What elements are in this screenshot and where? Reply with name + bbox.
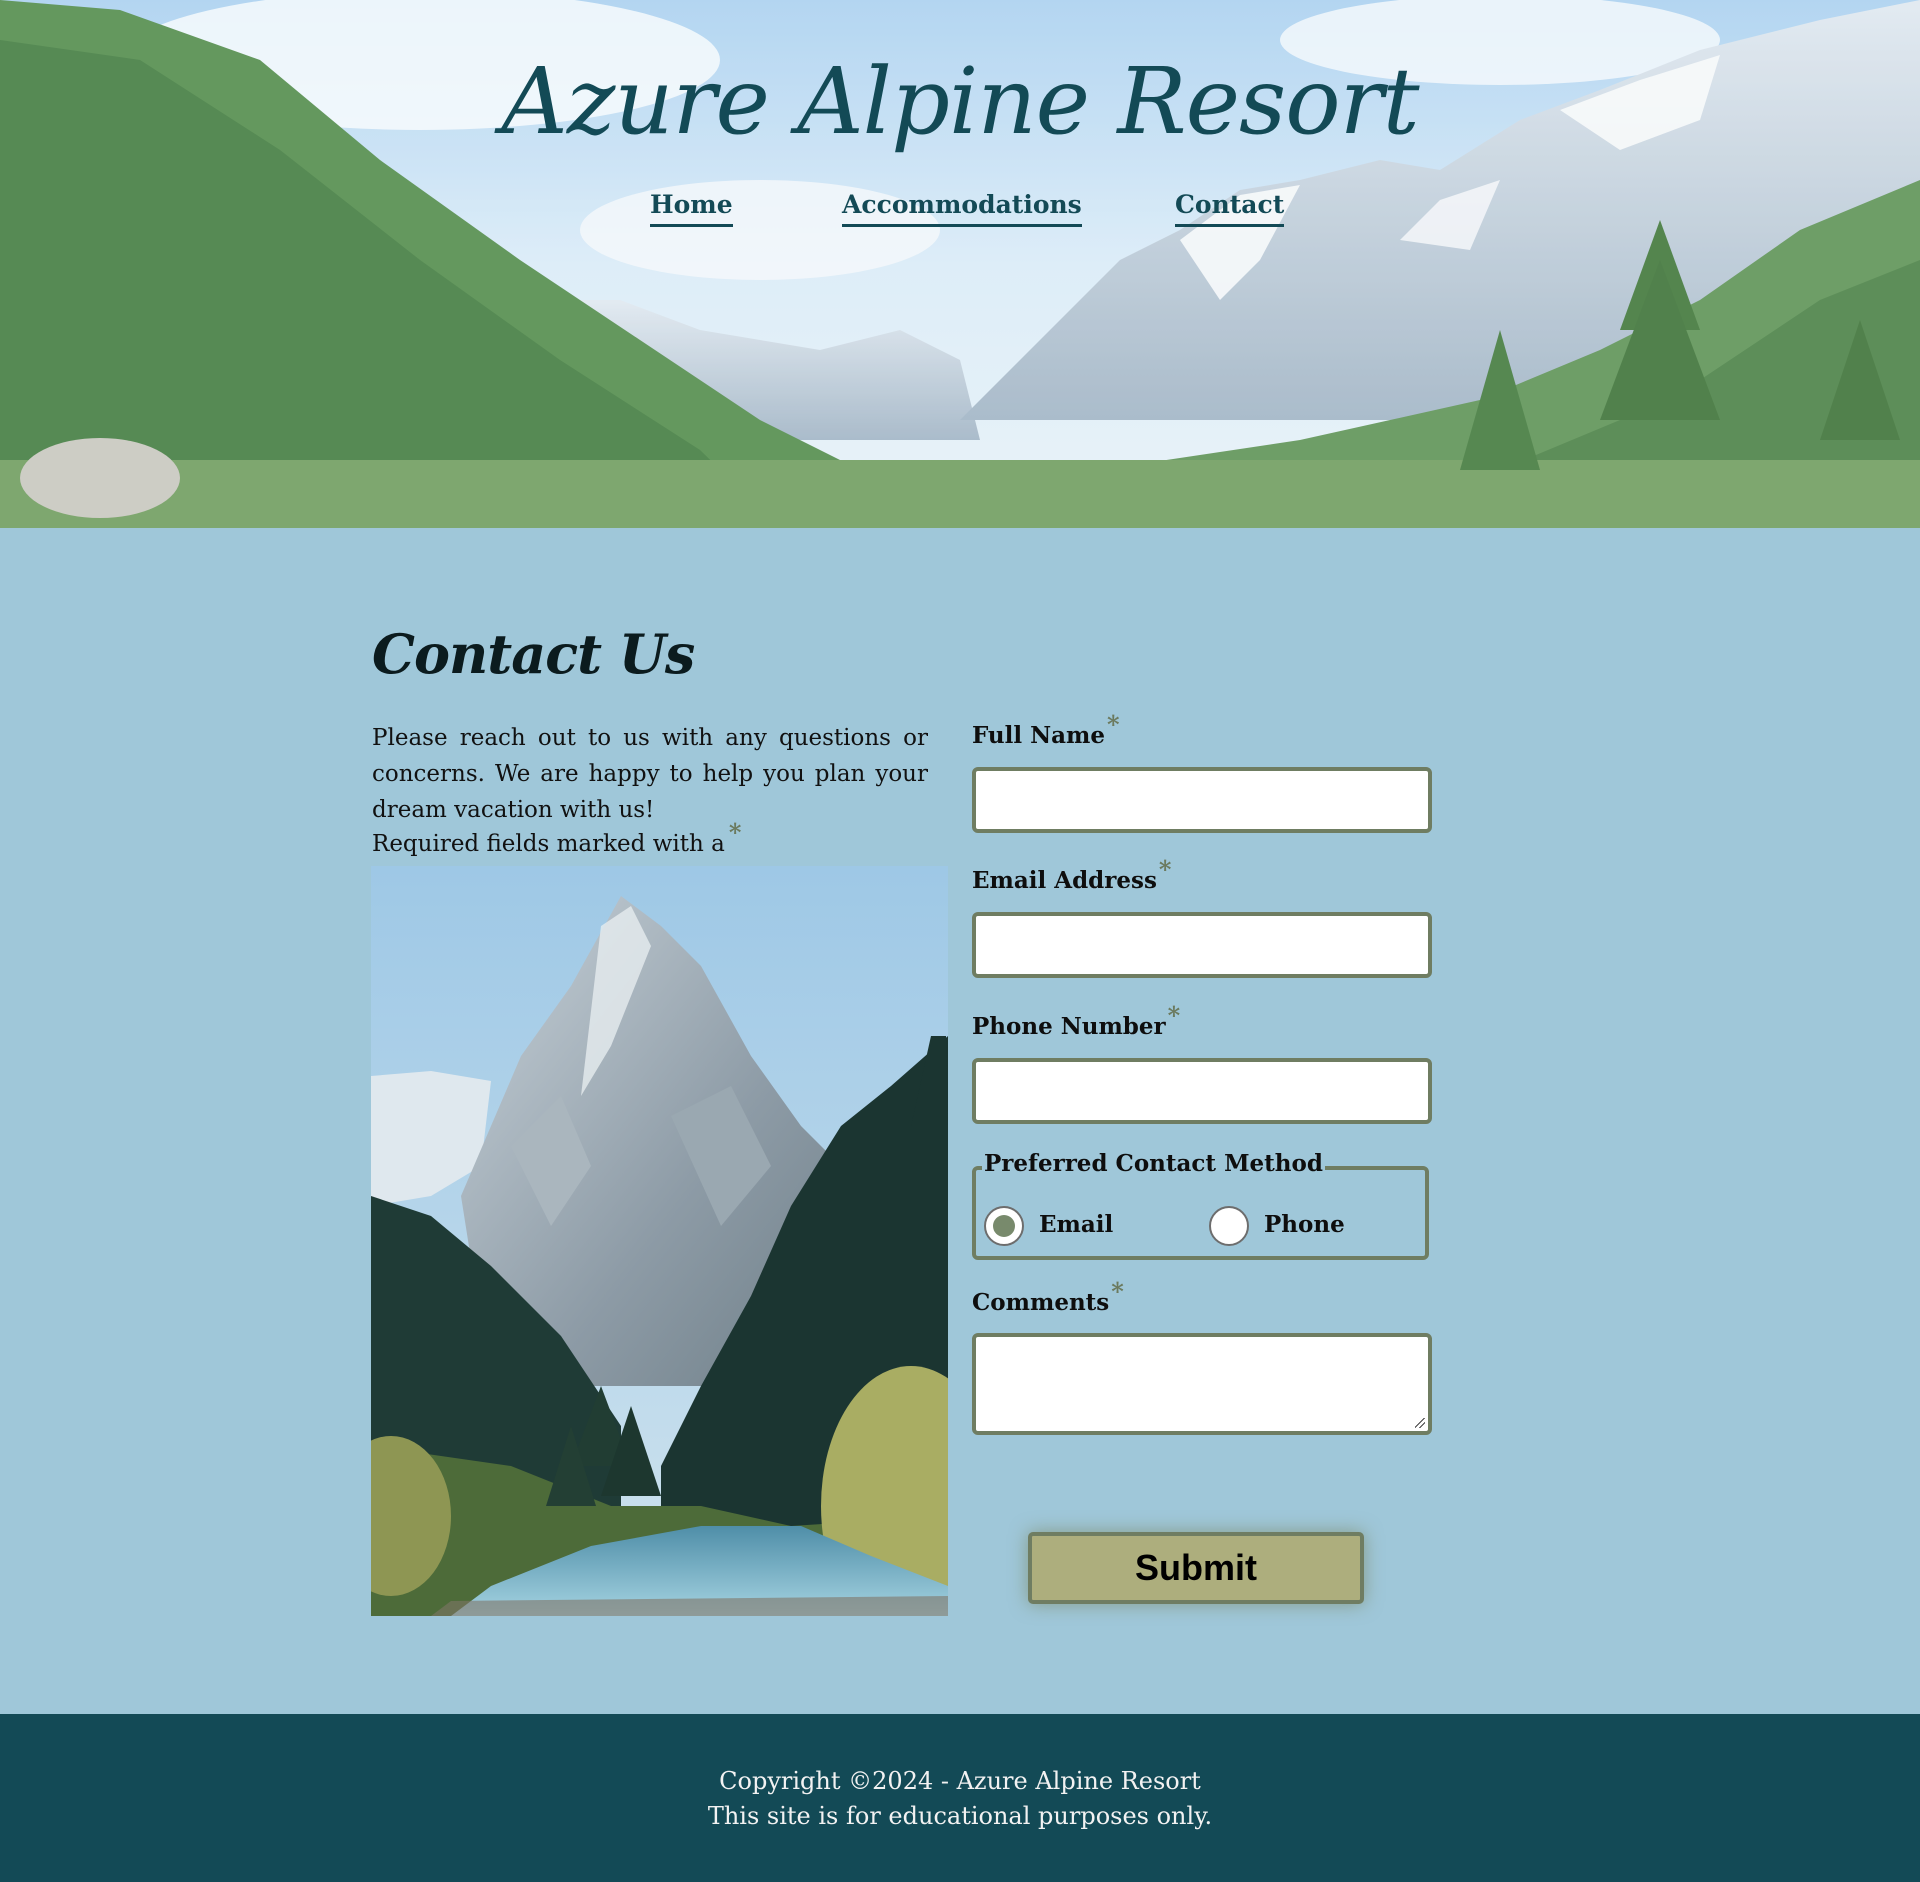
- nav-link-accommodations[interactable]: Accommodations: [842, 188, 1082, 227]
- resize-handle-icon[interactable]: [1415, 1418, 1425, 1428]
- phone-input[interactable]: [972, 1058, 1432, 1124]
- required-asterisk: *: [1111, 1277, 1124, 1306]
- required-note-text: Required fields marked with a: [372, 831, 725, 857]
- email-radio-label[interactable]: Email: [1039, 1211, 1113, 1238]
- page-heading: Contact Us: [372, 622, 695, 686]
- email-radio-button[interactable]: [984, 1206, 1024, 1246]
- phone-radio-label[interactable]: Phone: [1264, 1211, 1345, 1238]
- hero-banner: Azure Alpine Resort Home Accommodations …: [0, 0, 1920, 528]
- footer-copyright: Copyright ©2024 - Azure Alpine Resort: [719, 1767, 1201, 1795]
- mountain-river-image: [371, 866, 948, 1616]
- site-footer: Copyright ©2024 - Azure Alpine Resort Th…: [0, 1714, 1920, 1882]
- full-name-input[interactable]: [972, 767, 1432, 833]
- comments-label-text: Comments: [972, 1289, 1110, 1316]
- required-asterisk: *: [1107, 710, 1120, 739]
- full-name-label: Full Name*: [972, 710, 1120, 749]
- main-navigation: Home Accommodations Contact: [0, 188, 1920, 228]
- email-input[interactable]: [972, 912, 1432, 978]
- comments-textarea[interactable]: [972, 1333, 1432, 1435]
- mountain-river-photo: [371, 866, 948, 1616]
- required-asterisk: *: [1158, 855, 1172, 884]
- full-name-label-text: Full Name: [972, 722, 1106, 749]
- footer-disclaimer: This site is for educational purposes on…: [707, 1802, 1213, 1830]
- contact-method-legend: Preferred Contact Method: [982, 1150, 1325, 1177]
- intro-text: Please reach out to us with any question…: [372, 725, 928, 823]
- required-asterisk: *: [728, 818, 742, 847]
- phone-label-text: Phone Number: [972, 1013, 1166, 1040]
- site-title: Azure Alpine Resort: [501, 48, 1419, 155]
- email-label: Email Address*: [972, 855, 1171, 894]
- required-asterisk: *: [1167, 1001, 1181, 1030]
- nav-link-home[interactable]: Home: [650, 188, 733, 227]
- comments-label: Comments*: [972, 1277, 1124, 1316]
- submit-button[interactable]: Submit: [1028, 1532, 1364, 1604]
- phone-radio-button[interactable]: [1209, 1206, 1249, 1246]
- nav-link-contact[interactable]: Contact: [1175, 188, 1285, 227]
- email-label-text: Email Address: [972, 867, 1157, 894]
- required-fields-note: Required fields marked with a *: [372, 818, 741, 857]
- phone-label: Phone Number*: [972, 1001, 1180, 1040]
